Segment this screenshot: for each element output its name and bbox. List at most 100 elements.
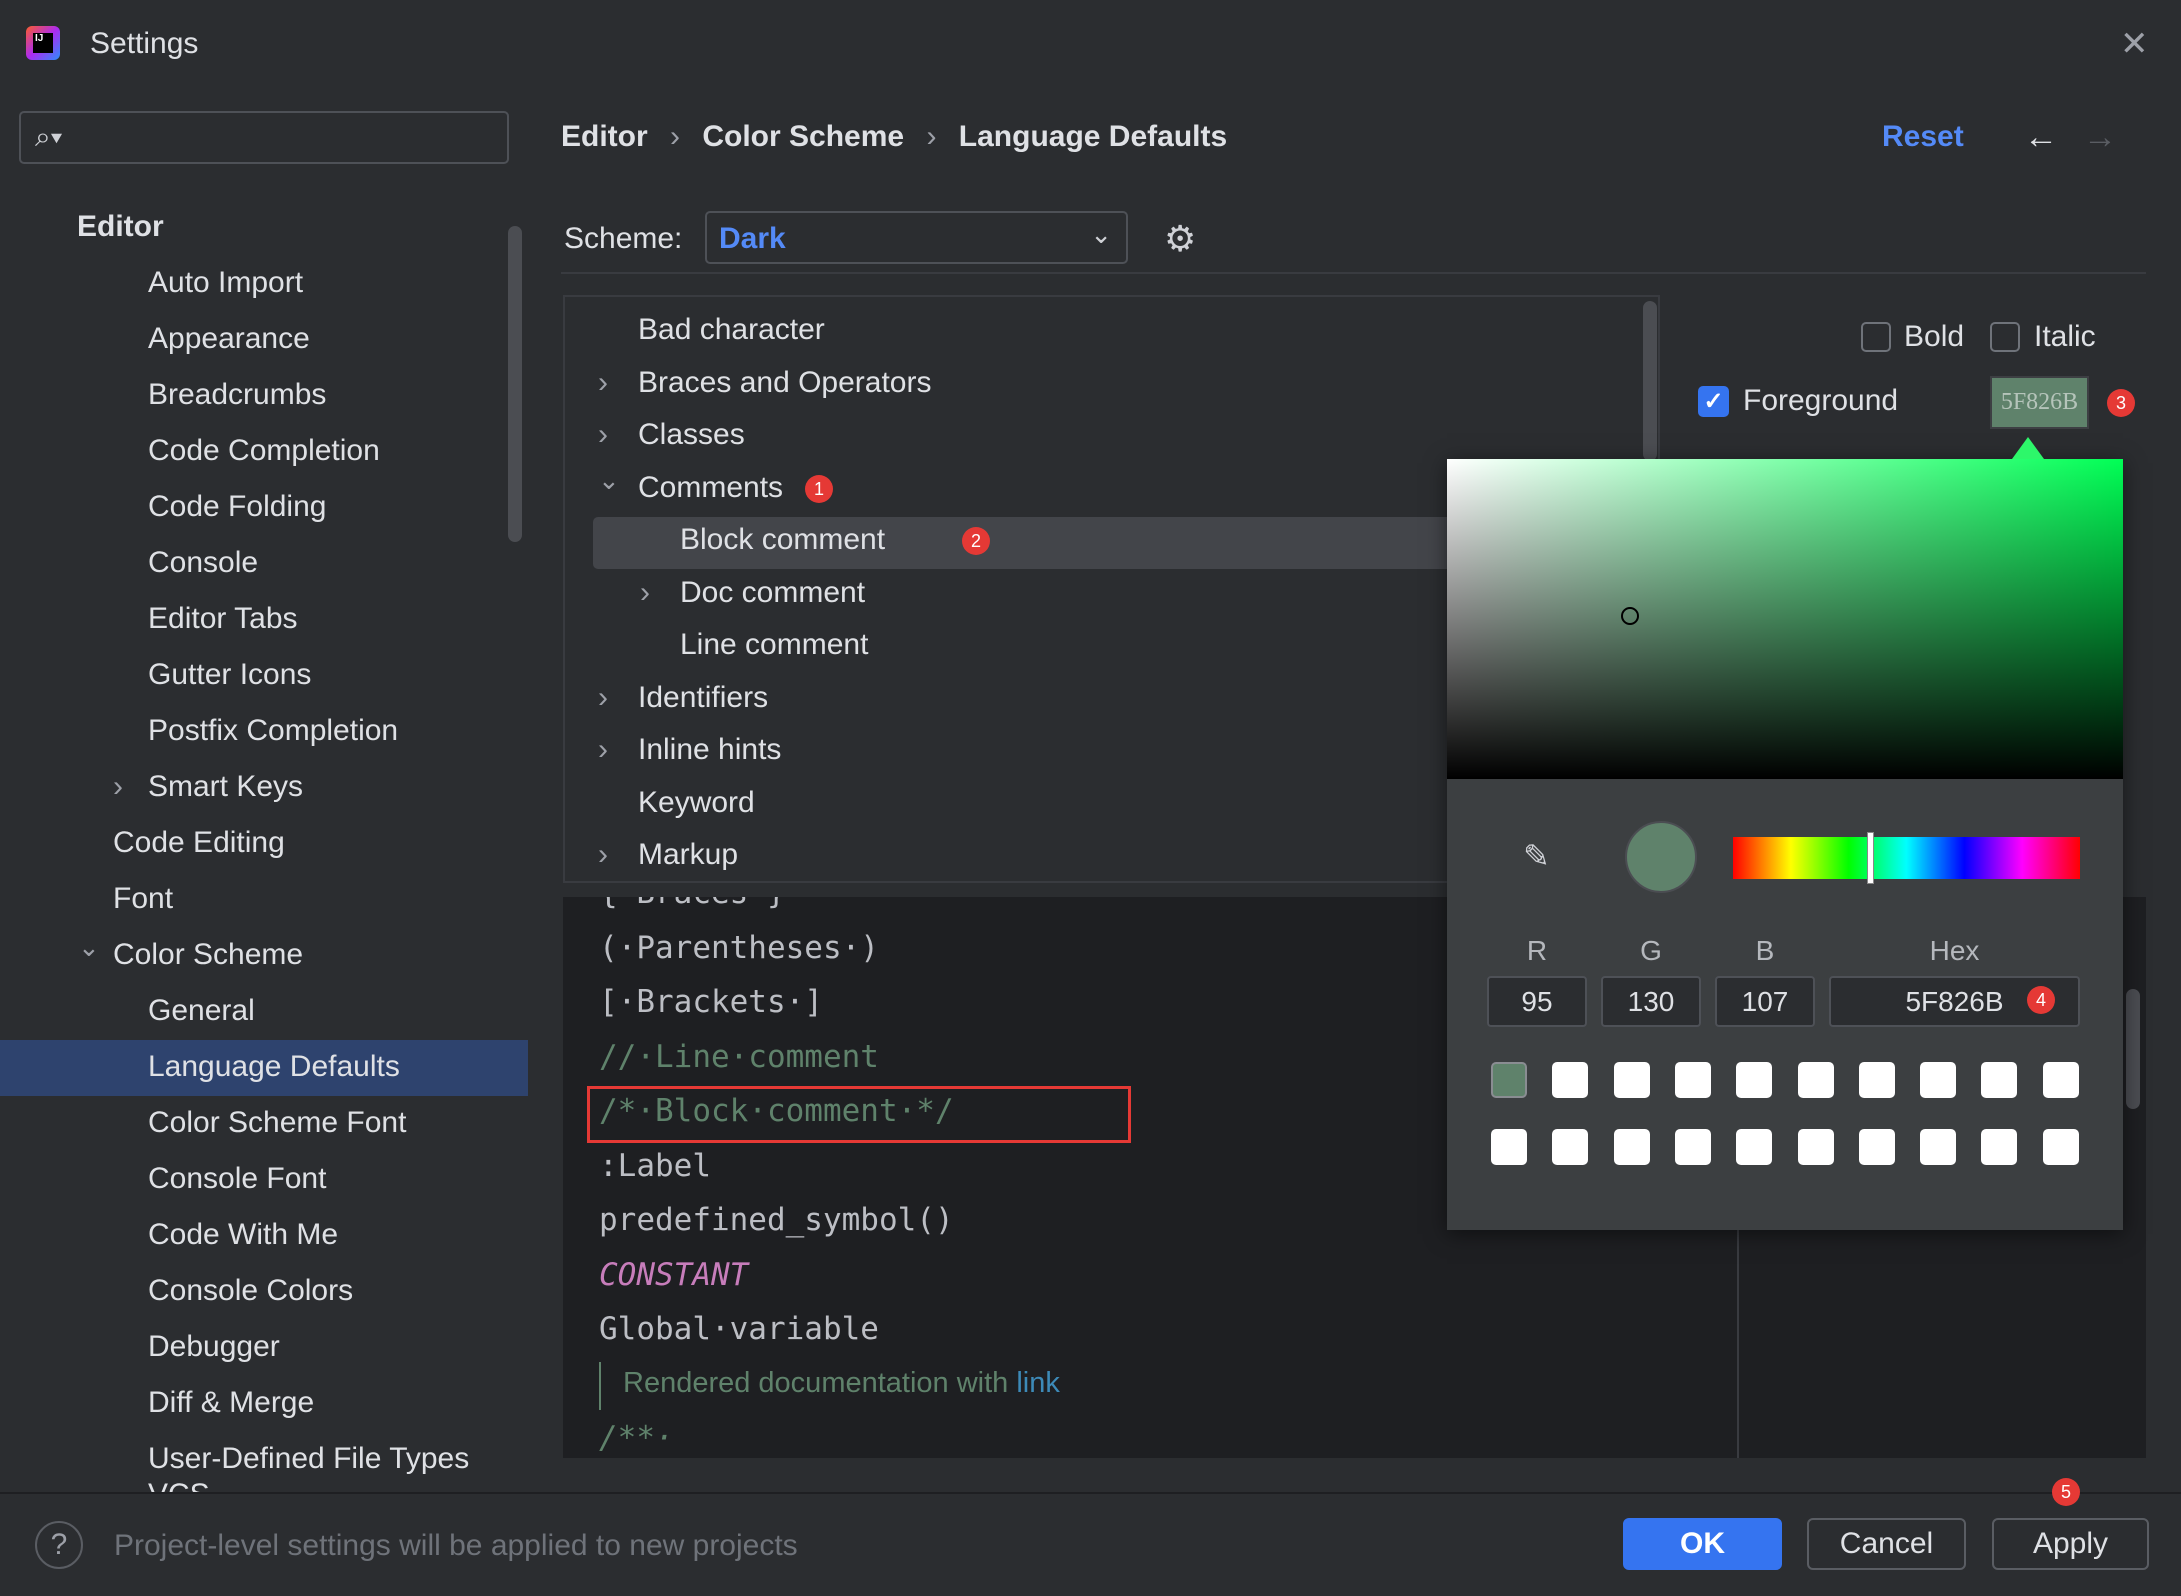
code-line: predefined_symbol(): [599, 1202, 954, 1238]
cancel-button[interactable]: Cancel: [1807, 1518, 1966, 1570]
chevron-right-icon[interactable]: ›: [598, 733, 608, 767]
recent-color-swatch[interactable]: [1736, 1129, 1773, 1165]
chevron-down-icon[interactable]: ⌄: [598, 465, 620, 496]
annotation-badge-4: 4: [2027, 986, 2055, 1014]
tree-item[interactable]: Inline hints: [638, 733, 781, 767]
tree-item[interactable]: Comments: [638, 471, 783, 505]
foreground-checkbox[interactable]: ✓: [1698, 386, 1729, 417]
tree-item[interactable]: Identifiers: [638, 681, 768, 715]
recent-color-swatch[interactable]: [1920, 1129, 1957, 1165]
b-input[interactable]: 107: [1715, 976, 1815, 1027]
tree-item[interactable]: Markup: [638, 838, 738, 872]
breadcrumb-color-scheme[interactable]: Color Scheme: [702, 120, 904, 153]
recent-color-swatch[interactable]: [1736, 1062, 1773, 1098]
back-arrow-icon[interactable]: ←: [2024, 118, 2058, 157]
preview-scrollbar[interactable]: [2126, 989, 2140, 1109]
sidebar-item-language-defaults[interactable]: Language Defaults: [148, 1050, 400, 1084]
sidebar-item-appearance[interactable]: Appearance: [148, 322, 310, 356]
code-line: (·Parentheses·): [599, 929, 879, 966]
r-input[interactable]: 95: [1487, 976, 1587, 1027]
chevron-down-icon[interactable]: ⌄: [78, 932, 100, 963]
sidebar-item-smart-keys[interactable]: Smart Keys: [148, 770, 303, 804]
recent-color-swatch[interactable]: [1858, 1129, 1895, 1165]
recent-color-swatch[interactable]: [1552, 1129, 1589, 1165]
recent-color-swatch[interactable]: [1491, 1062, 1527, 1098]
sidebar-scrollbar[interactable]: [508, 226, 522, 542]
scheme-dropdown[interactable]: Dark ⌄: [705, 211, 1128, 264]
breadcrumb-editor[interactable]: Editor: [561, 120, 648, 153]
recent-color-swatch[interactable]: [1981, 1129, 2018, 1165]
eyedropper-icon[interactable]: ✎: [1523, 837, 1550, 875]
chevron-right-icon[interactable]: ›: [598, 418, 608, 452]
sidebar-item-console[interactable]: Console: [148, 546, 258, 580]
sidebar-item-gutter-icons[interactable]: Gutter Icons: [148, 658, 311, 692]
recent-color-swatch[interactable]: [1920, 1062, 1957, 1098]
sidebar-item-code-editing[interactable]: Code Editing: [113, 826, 285, 860]
sidebar-item-postfix-completion[interactable]: Postfix Completion: [148, 714, 398, 748]
recent-color-swatch[interactable]: [1674, 1129, 1711, 1165]
chevron-right-icon[interactable]: ›: [598, 838, 608, 872]
chevron-right-icon[interactable]: ›: [598, 366, 608, 400]
foreground-color-swatch[interactable]: 5F826B: [1990, 376, 2089, 429]
sidebar-item-font[interactable]: Font: [113, 882, 173, 916]
sidebar-item-general[interactable]: General: [148, 994, 255, 1028]
tree-item[interactable]: Line comment: [680, 628, 868, 662]
tree-item[interactable]: Bad character: [638, 313, 825, 347]
tree-scrollbar[interactable]: [1643, 301, 1657, 461]
sidebar-item-debugger[interactable]: Debugger: [148, 1330, 280, 1364]
sidebar-item-code-folding[interactable]: Code Folding: [148, 490, 326, 524]
recent-color-swatch[interactable]: [1552, 1062, 1589, 1098]
sidebar-item-editor[interactable]: Editor: [77, 210, 164, 244]
sidebar-item-code-with-me[interactable]: Code With Me: [148, 1218, 338, 1252]
hue-slider-handle[interactable]: [1867, 832, 1874, 884]
color-cursor[interactable]: [1621, 607, 1639, 625]
tree-item[interactable]: Keyword: [638, 786, 755, 820]
gear-icon[interactable]: ⚙: [1164, 218, 1196, 260]
chevron-right-icon[interactable]: ›: [640, 576, 650, 610]
ok-button[interactable]: OK: [1623, 1518, 1782, 1570]
hue-slider[interactable]: [1733, 837, 2080, 879]
sidebar-item-diff-merge[interactable]: Diff & Merge: [148, 1386, 314, 1420]
recent-color-swatch[interactable]: [1797, 1129, 1834, 1165]
recent-color-swatch[interactable]: [2042, 1129, 2079, 1165]
tree-item[interactable]: Braces and Operators: [638, 366, 931, 400]
sidebar-item-console-colors[interactable]: Console Colors: [148, 1274, 353, 1308]
sidebar-item-color-scheme-font[interactable]: Color Scheme Font: [148, 1106, 406, 1140]
recent-color-swatch[interactable]: [2042, 1062, 2079, 1098]
tree-item[interactable]: Classes: [638, 418, 745, 452]
sidebar-item-console-font[interactable]: Console Font: [148, 1162, 326, 1196]
doc-link[interactable]: link: [1016, 1367, 1060, 1399]
help-icon[interactable]: ?: [35, 1521, 83, 1569]
apply-button[interactable]: Apply: [1992, 1518, 2149, 1570]
reset-link[interactable]: Reset: [1882, 120, 1964, 154]
sidebar-item-user-defined-file-types[interactable]: User-Defined File Types: [148, 1442, 469, 1476]
sidebar-item-color-scheme[interactable]: Color Scheme: [113, 938, 303, 972]
sidebar-item-auto-import[interactable]: Auto Import: [148, 266, 303, 300]
recent-color-swatch[interactable]: [1981, 1062, 2018, 1098]
recent-color-swatch[interactable]: [1858, 1062, 1895, 1098]
highlight-box: [587, 1086, 1131, 1143]
recent-color-swatch[interactable]: [1491, 1129, 1527, 1165]
g-input[interactable]: 130: [1601, 976, 1701, 1027]
search-input[interactable]: ⌕▾: [19, 111, 509, 164]
tree-item[interactable]: Block comment: [680, 523, 885, 557]
bold-checkbox[interactable]: [1861, 322, 1891, 352]
code-line: CONSTANT: [599, 1256, 749, 1293]
italic-checkbox[interactable]: [1990, 322, 2020, 352]
tree-item[interactable]: Doc comment: [680, 576, 865, 610]
recent-color-swatch[interactable]: [1797, 1062, 1834, 1098]
recent-color-swatch[interactable]: [1613, 1129, 1650, 1165]
sidebar-item-code-completion[interactable]: Code Completion: [148, 434, 380, 468]
recent-color-swatch[interactable]: [1613, 1062, 1650, 1098]
italic-label: Italic: [2034, 320, 2096, 353]
sidebar-item-breadcrumbs[interactable]: Breadcrumbs: [148, 378, 326, 412]
chevron-right-icon[interactable]: ›: [598, 681, 608, 715]
doc-text: Rendered documentation with: [623, 1367, 1017, 1399]
recent-color-swatch[interactable]: [1674, 1062, 1711, 1098]
close-icon[interactable]: ✕: [2120, 24, 2149, 64]
chevron-right-icon[interactable]: ›: [113, 770, 123, 804]
forward-arrow-icon[interactable]: →: [2083, 118, 2117, 157]
saturation-brightness-area[interactable]: [1447, 459, 2123, 779]
r-label: R: [1526, 935, 1548, 966]
sidebar-item-editor-tabs[interactable]: Editor Tabs: [148, 602, 298, 636]
